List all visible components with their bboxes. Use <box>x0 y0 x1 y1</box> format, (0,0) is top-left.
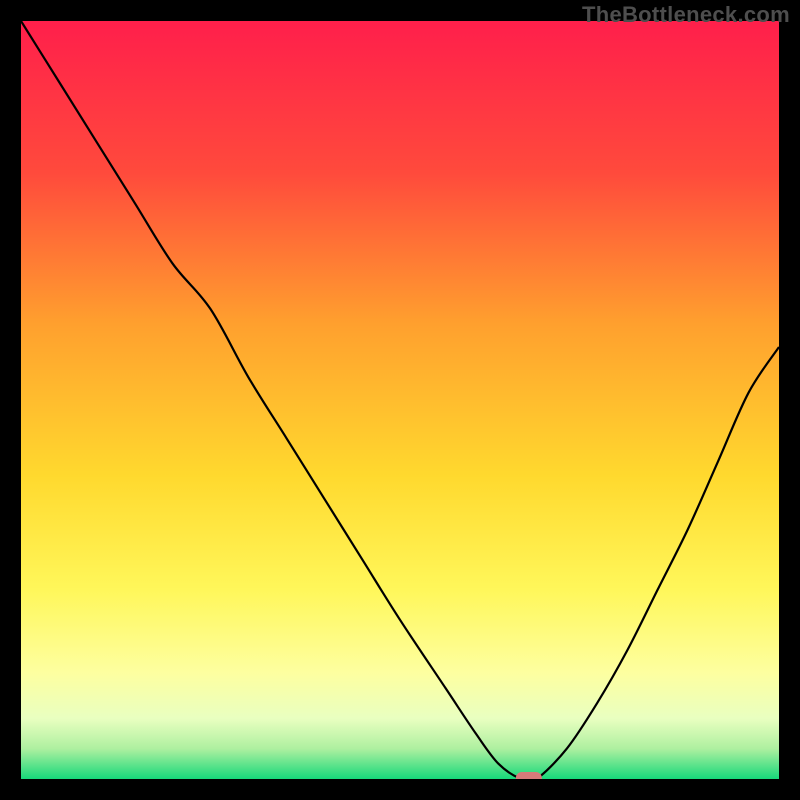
watermark-text: TheBottleneck.com <box>582 2 790 28</box>
optimal-marker <box>516 772 542 779</box>
bottleneck-chart <box>21 21 779 779</box>
chart-frame: TheBottleneck.com <box>0 0 800 800</box>
plot-area <box>21 21 779 779</box>
gradient-background <box>21 21 779 779</box>
